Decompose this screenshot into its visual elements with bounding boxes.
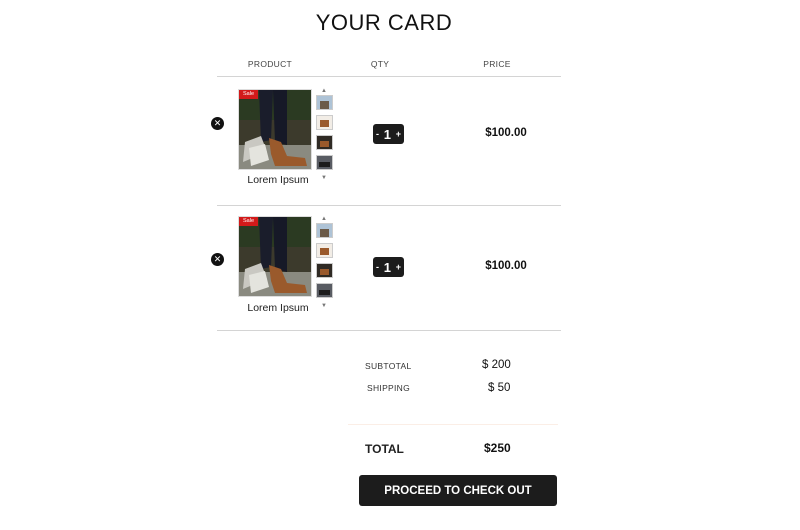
chevron-up-icon[interactable]: ▲: [316, 216, 332, 223]
close-icon: ✕: [213, 118, 222, 128]
quantity-value[interactable]: 1: [384, 260, 391, 275]
product-image[interactable]: Sale: [238, 89, 312, 170]
quantity-stepper: - 1 +: [373, 124, 404, 144]
thumbnail-image[interactable]: [316, 155, 333, 170]
page-title: YOUR CARD: [315, 10, 453, 35]
total-label: TOTAL: [365, 442, 404, 456]
cart-row: ✕ Sale ▲ ▼ Lorem Ipsum - 1 + $100.00: [0, 205, 800, 333]
remove-item-button[interactable]: ✕: [211, 253, 224, 266]
checkout-button[interactable]: PROCEED TO CHECK OUT: [359, 475, 557, 506]
product-name[interactable]: Lorem Ipsum: [238, 302, 318, 314]
column-header-qty: QTY: [370, 59, 390, 69]
thumbnail-image[interactable]: [316, 115, 333, 130]
item-price: $100.00: [485, 260, 527, 272]
close-icon: ✕: [213, 254, 222, 264]
cart-row: ✕ Sale ▲ ▼ Lorem Ipsum - 1 + $100.00: [0, 77, 800, 205]
thumbnail-strip: ▲ ▼: [316, 216, 333, 310]
thumbnail-image[interactable]: [316, 135, 333, 150]
remove-item-button[interactable]: ✕: [211, 117, 224, 130]
increase-qty-button[interactable]: +: [396, 129, 401, 139]
shipping-value: $ 50: [488, 382, 511, 394]
thumbnail-image[interactable]: [316, 283, 333, 298]
item-price: $100.00: [485, 127, 527, 139]
summary-divider: [348, 424, 558, 425]
thumbnail-image[interactable]: [316, 243, 333, 258]
column-header-product: PRODUCT: [247, 59, 293, 69]
thumbnail-strip: ▲ ▼: [316, 88, 333, 182]
chevron-up-icon[interactable]: ▲: [316, 88, 332, 95]
product-image[interactable]: Sale: [238, 216, 312, 297]
sale-badge: Sale: [239, 90, 259, 99]
chevron-down-icon[interactable]: ▼: [316, 303, 332, 310]
chevron-down-icon[interactable]: ▼: [316, 175, 332, 182]
thumbnail-image[interactable]: [316, 95, 333, 110]
table-bottom-divider: [217, 330, 561, 331]
quantity-value[interactable]: 1: [384, 127, 391, 142]
thumbnail-image[interactable]: [316, 223, 333, 238]
decrease-qty-button[interactable]: -: [376, 129, 379, 139]
subtotal-label: SUBTOTAL: [365, 361, 412, 371]
product-name[interactable]: Lorem Ipsum: [238, 174, 318, 186]
subtotal-value: $ 200: [482, 359, 511, 371]
column-header-price: PRICE: [483, 59, 511, 69]
decrease-qty-button[interactable]: -: [376, 262, 379, 272]
sale-badge: Sale: [239, 217, 259, 226]
thumbnail-image[interactable]: [316, 263, 333, 278]
quantity-stepper: - 1 +: [373, 257, 404, 277]
shipping-label: SHIPPING: [367, 383, 411, 393]
total-value: $250: [484, 441, 511, 455]
increase-qty-button[interactable]: +: [396, 262, 401, 272]
